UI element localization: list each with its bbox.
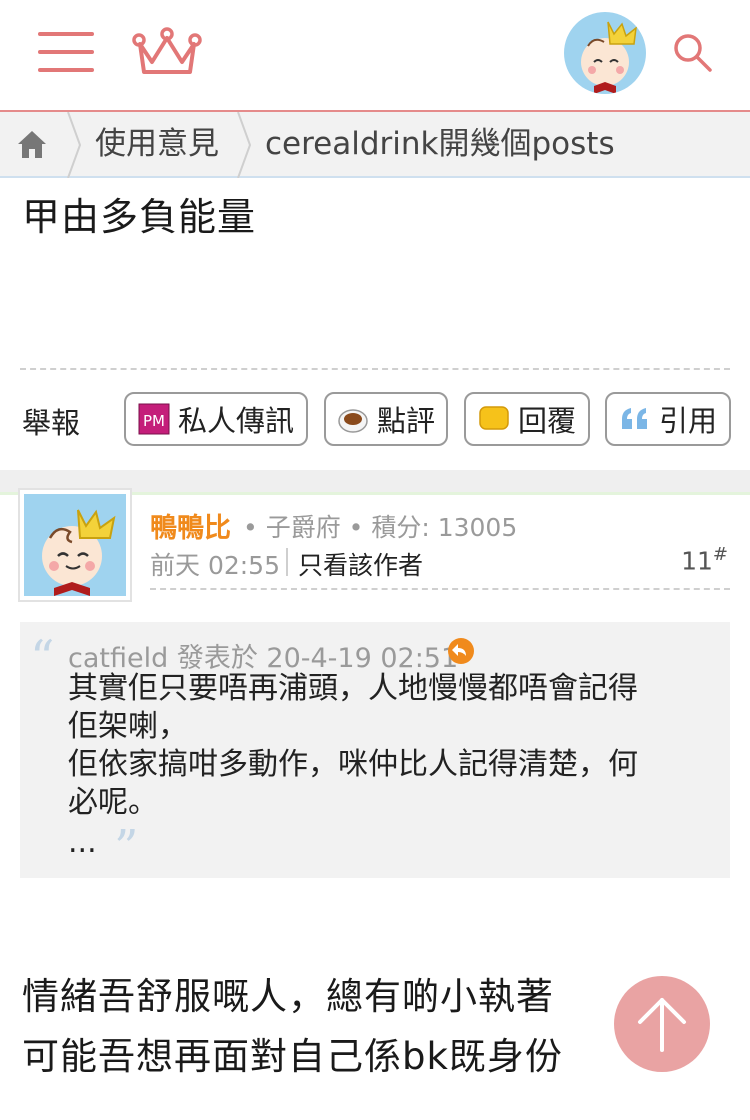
quote-line: ... [68, 825, 97, 860]
author-meta: • 子爵府 • 積分: 13005 [243, 513, 518, 542]
floor-number-suffix: # [712, 544, 728, 565]
pm-icon: PM [138, 403, 170, 435]
breadcrumb-separator-icon [67, 112, 82, 178]
post-content-line: 可能吾想再面對自己係bk既身份 [22, 1035, 563, 1078]
svg-text:PM: PM [143, 412, 165, 430]
speech-bubble-icon [478, 403, 510, 435]
divider [20, 368, 730, 370]
rate-button[interactable]: 點評 [324, 392, 448, 446]
reply-button[interactable]: 回覆 [464, 392, 590, 446]
open-quote-icon: “ [30, 630, 55, 686]
reply-label: 回覆 [517, 404, 576, 438]
rate-label: 點評 [376, 404, 435, 438]
floor-number-value: 11 [681, 546, 713, 576]
top-header [0, 0, 750, 112]
quote-label: 引用 [658, 404, 717, 438]
user-avatar[interactable] [564, 12, 646, 94]
private-message-button[interactable]: PM 私人傳訊 [124, 392, 308, 446]
report-link[interactable]: 舉報 [22, 400, 80, 442]
quote-line: 必呢。 [68, 785, 158, 820]
breadcrumb: 使用意見 cerealdrink開幾個posts [0, 112, 750, 178]
floor-number[interactable]: 11# [681, 544, 728, 575]
hamburger-menu-icon[interactable] [38, 30, 94, 74]
quote-line: 其實佢只要唔再浦頭，人地慢慢都唔會記得 [68, 671, 638, 706]
quote-button[interactable]: 引用 [605, 392, 731, 446]
search-icon[interactable] [670, 30, 714, 74]
only-this-author-link[interactable]: 只看該作者 [298, 546, 423, 582]
breadcrumb-item-thread[interactable]: cerealdrink開幾個posts [265, 124, 615, 164]
quote-line: 佢依家搞咁多動作，咪仲比人記得清楚，何 [68, 747, 638, 782]
home-icon[interactable] [12, 124, 52, 164]
breadcrumb-item-forum[interactable]: 使用意見 [95, 124, 219, 164]
jump-to-post-icon[interactable] [447, 637, 475, 665]
post-content-line: 情緒吾舒服嘅人，總有啲小執著 [22, 975, 554, 1018]
coffee-cup-icon [337, 403, 369, 435]
post-separator [0, 470, 750, 492]
quote-icon [619, 403, 651, 435]
quote-line: 佢架喇， [68, 709, 188, 744]
previous-post-text: 甲由多負能量 [22, 195, 257, 239]
scroll-to-top-button[interactable] [614, 976, 710, 1072]
author-name[interactable]: 鴨鴨比 [150, 506, 231, 545]
breadcrumb-separator-icon [237, 112, 252, 178]
divider [150, 588, 730, 590]
crown-icon[interactable] [132, 26, 202, 78]
post-timestamp: 前天 02:55 [150, 551, 280, 580]
arrow-up-icon [638, 998, 686, 1052]
divider [286, 548, 288, 576]
close-quote-icon: ” [114, 820, 139, 876]
author-avatar[interactable] [20, 490, 130, 600]
private-message-label: 私人傳訊 [177, 404, 294, 438]
